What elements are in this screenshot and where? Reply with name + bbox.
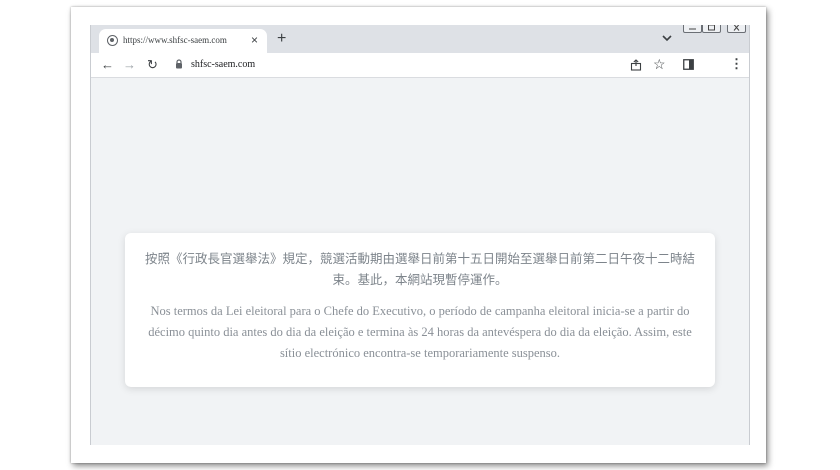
url-text[interactable]: shfsc-saem.com xyxy=(191,59,255,70)
browser-window: https://www.shfsc-saem.com × + ← → ↻ shf… xyxy=(90,25,750,445)
lock-icon[interactable] xyxy=(175,59,183,69)
notice-chinese-text: 按照《行政長官選舉法》規定，競選活動期由選舉日前第十五日開始至選舉日前第二日午夜… xyxy=(144,251,695,287)
maximize-icon xyxy=(708,25,715,31)
browser-tab[interactable]: https://www.shfsc-saem.com × xyxy=(99,29,267,53)
back-button[interactable]: ← xyxy=(101,57,114,73)
forward-button[interactable]: → xyxy=(123,57,136,73)
share-icon[interactable] xyxy=(630,59,642,71)
reload-button[interactable]: ↻ xyxy=(147,57,158,73)
tab-strip: https://www.shfsc-saem.com × + xyxy=(91,25,749,53)
address-bar[interactable]: shfsc-saem.com xyxy=(169,56,669,74)
side-panel-icon[interactable] xyxy=(683,59,694,70)
chevron-down-icon[interactable] xyxy=(661,32,673,44)
tab-close-button[interactable]: × xyxy=(251,33,258,47)
suspension-notice-card: 按照《行政長官選舉法》規定，競選活動期由選舉日前第十五日開始至選舉日前第二日午夜… xyxy=(125,233,715,387)
close-icon xyxy=(733,25,740,31)
new-tab-button[interactable]: + xyxy=(277,30,286,48)
notice-portuguese-text: Nos termos da Lei eleitoral para o Chefe… xyxy=(148,304,692,360)
close-window-button[interactable] xyxy=(727,25,746,33)
browser-menu-button[interactable]: ⋮ xyxy=(730,56,743,72)
minimize-button[interactable] xyxy=(683,25,702,33)
window-controls xyxy=(683,25,749,34)
browser-toolbar: ← → ↻ shfsc-saem.com ☆ ⋮ xyxy=(91,53,749,78)
globe-icon xyxy=(107,35,118,46)
tab-title: https://www.shfsc-saem.com xyxy=(123,35,227,45)
minimize-icon xyxy=(689,28,696,30)
bookmark-star-icon[interactable]: ☆ xyxy=(653,56,666,72)
maximize-button[interactable] xyxy=(702,25,721,33)
